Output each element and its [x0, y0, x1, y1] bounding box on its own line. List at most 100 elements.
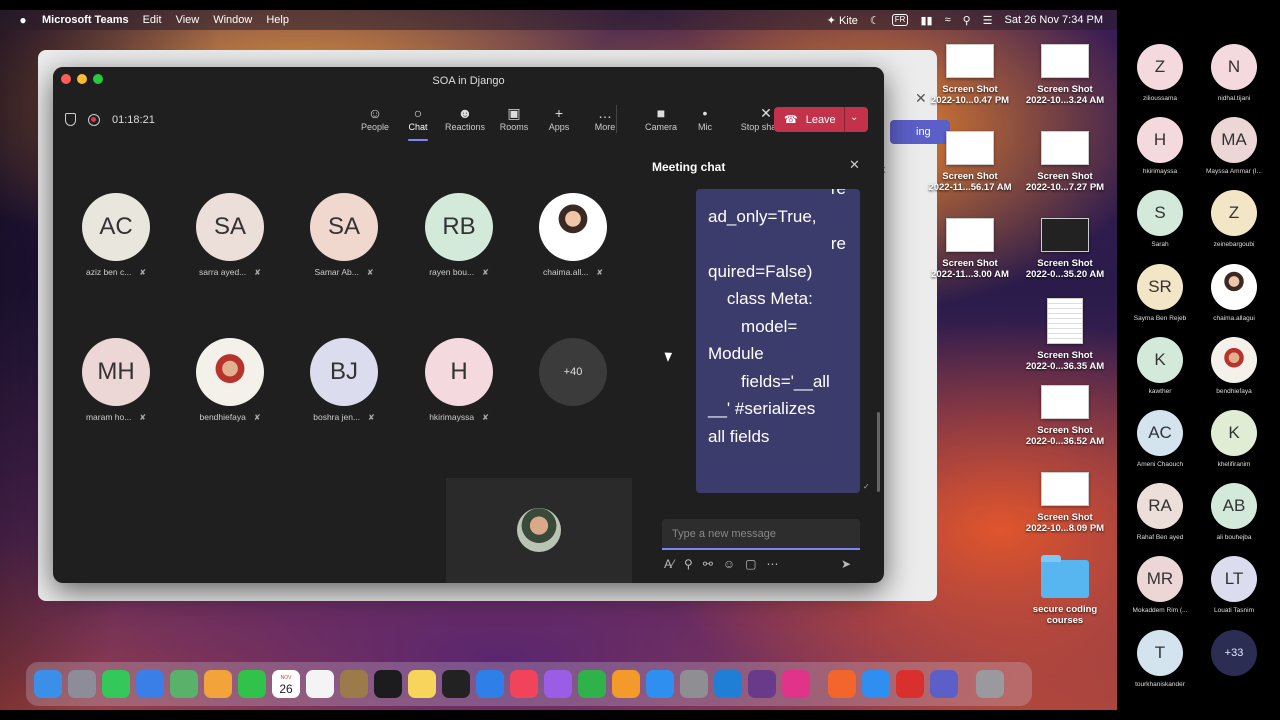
recording-icon[interactable] [88, 113, 100, 126]
folder-icon-item[interactable]: secure coding courses [1017, 555, 1113, 626]
screenshot-file[interactable]: Screen Shot 2022-0...36.35 AM [1017, 298, 1113, 372]
more-options-icon[interactable]: ⋯ [766, 557, 778, 571]
podcasts-icon[interactable] [544, 670, 572, 698]
menu-clock[interactable]: Sat 26 Nov 7:34 PM [1005, 14, 1103, 26]
finder-icon[interactable] [34, 670, 62, 698]
attach-icon[interactable]: ⚲ [684, 557, 693, 571]
menu-window[interactable]: Window [213, 14, 252, 26]
trash-icon[interactable] [976, 670, 1004, 698]
numbers-icon[interactable] [578, 670, 606, 698]
reminders-icon[interactable] [306, 670, 334, 698]
panel-participant[interactable]: AC Ameni Chaouch [1119, 410, 1201, 468]
appstore-icon[interactable] [646, 670, 674, 698]
toolbar-more-button[interactable]: … More [577, 104, 633, 132]
close-chat-icon[interactable]: ✕ [849, 157, 860, 173]
launchpad-icon[interactable] [68, 670, 96, 698]
appletv-icon[interactable] [374, 670, 402, 698]
overflow-participants[interactable]: +40 [539, 338, 607, 406]
pages-icon[interactable] [612, 670, 640, 698]
notes-icon[interactable] [408, 670, 436, 698]
menu-view[interactable]: View [176, 14, 200, 26]
toolbar-reactions-button[interactable]: ☻ Reactions [437, 104, 493, 132]
keynote-icon[interactable] [476, 670, 504, 698]
pen-app-icon[interactable] [828, 670, 856, 698]
panel-participant[interactable]: Ttourkhaniskander [1119, 629, 1201, 688]
notes-brown-icon[interactable] [340, 670, 368, 698]
panel-participant[interactable]: SR Sayma Ben Rejeb [1119, 263, 1201, 322]
panel-participant[interactable]: RA Rahaf Ben ayed [1119, 483, 1201, 541]
screenshot-file[interactable]: Screen Shot 2022-0...35.20 AM [1017, 218, 1113, 280]
menu-app-name[interactable]: Microsoft Teams [42, 14, 129, 26]
spotlight-icon[interactable]: ⚲ [963, 14, 971, 27]
screenshot-file[interactable]: Screen Shot 2022-11...3.00 AM [922, 218, 1018, 280]
panel-participant[interactable]: chaima.allagui [1193, 263, 1275, 322]
photos-icon[interactable] [204, 670, 232, 698]
participant-tile[interactable]: bendhiefaya ✘ [187, 338, 273, 422]
teams-icon[interactable] [930, 670, 958, 698]
music-icon[interactable] [510, 670, 538, 698]
panel-participant[interactable]: Kkawther [1119, 336, 1201, 395]
safari-icon[interactable] [862, 670, 890, 698]
moon-icon[interactable]: ☾ [870, 14, 880, 27]
participant-tile[interactable]: chaima.all... ✘ [530, 193, 616, 277]
settings-icon[interactable] [680, 670, 708, 698]
toolbar-mic-button[interactable]: • Mic [677, 104, 733, 132]
panel-participant[interactable]: MA Mayssa Ammar (I... [1193, 117, 1275, 175]
screenshot-file[interactable]: Screen Shot 2022-10...7.27 PM [1017, 131, 1113, 193]
menu-help[interactable]: Help [266, 14, 289, 26]
screenshot-file[interactable]: Screen Shot 2022-10...3.24 AM [1017, 44, 1113, 106]
screenshot-file[interactable]: Screen Shot 2022-10...0.47 PM [922, 44, 1018, 106]
participant-tile[interactable]: SA sarra ayed... ✘ [187, 193, 273, 277]
participant-tile[interactable]: SA Samar Ab... ✘ [301, 193, 387, 277]
terminal-icon[interactable] [442, 670, 470, 698]
facetime-icon[interactable] [238, 670, 266, 698]
shield-icon[interactable] [65, 113, 76, 126]
participant-tile[interactable]: BJ boshra jen... ✘ [301, 338, 387, 422]
panel-participant[interactable]: S Sarah [1119, 190, 1201, 248]
maps-icon[interactable] [170, 670, 198, 698]
panel-participant[interactable]: AB ali bouhejba [1193, 483, 1275, 541]
format-icon[interactable]: A⁄ [664, 557, 674, 571]
panel-participant[interactable]: LT Louati Tasnim [1193, 556, 1275, 614]
messages-icon[interactable] [102, 670, 130, 698]
calendar-icon[interactable]: NOV 26 [272, 670, 300, 698]
screenshot-file[interactable]: Screen Shot 2022-10...8.09 PM [1017, 472, 1113, 534]
send-icon[interactable]: ➤ [841, 557, 851, 571]
screenshot-file[interactable]: Screen Shot 2022-0...36.52 AM [1017, 385, 1113, 447]
screenshot-file[interactable]: Screen Shot 2022-11...56.17 AM [922, 131, 1018, 193]
panel-participant[interactable]: Nnidhal.tijani [1193, 44, 1275, 102]
leave-button[interactable]: ☎ Leave ⌄ [774, 107, 868, 132]
wifi-icon[interactable]: ≈ [945, 14, 951, 26]
control-center-icon[interactable]: ☰ [983, 14, 993, 27]
participant-tile[interactable]: RB rayen bou... ✘ [416, 193, 502, 277]
acrobat-icon[interactable] [896, 670, 924, 698]
panel-participant[interactable]: Kkhelifiranim [1193, 410, 1275, 468]
menu-edit[interactable]: Edit [143, 14, 162, 26]
input-source[interactable]: FR [891, 14, 909, 26]
mail-icon[interactable] [136, 670, 164, 698]
panel-participant[interactable]: Hhkirimayssa [1119, 117, 1201, 175]
emoji-icon[interactable]: ☺ [723, 557, 735, 571]
panel-participant[interactable]: bendhiefaya [1193, 336, 1275, 395]
panel-participant[interactable]: Zzilioussama [1119, 44, 1201, 102]
participant-tile[interactable]: MH maram ho... ✘ [73, 338, 159, 422]
chat-scrollbar[interactable] [877, 412, 880, 492]
more-participants[interactable]: +33 [1193, 629, 1275, 676]
panel-participant[interactable]: MR Mokaddem Rim (... [1119, 556, 1201, 614]
minimize-window-button[interactable] [77, 74, 87, 84]
participant-tile[interactable]: Hhkirimayssa ✘ [416, 338, 502, 422]
panel-participant[interactable]: Zzeinebargoubi [1193, 190, 1275, 248]
chevron-down-icon[interactable]: ⌄ [850, 112, 858, 123]
close-window-button[interactable] [61, 74, 71, 84]
kite-status[interactable]: ✦ Kite [827, 14, 858, 27]
vscode-icon[interactable] [714, 670, 742, 698]
loop-icon[interactable]: ⚯ [703, 557, 713, 571]
intellij-icon[interactable] [782, 670, 810, 698]
texshop-icon[interactable] [748, 670, 776, 698]
zoom-window-button[interactable] [93, 74, 103, 84]
apple-icon[interactable]: ● [16, 13, 30, 27]
participant-tile[interactable]: AC aziz ben c... ✘ [73, 193, 159, 277]
sticker-icon[interactable]: ▢ [745, 557, 756, 571]
chat-message-input[interactable]: Type a new message [662, 519, 860, 550]
battery-icon[interactable]: ▮▮ [920, 14, 932, 27]
